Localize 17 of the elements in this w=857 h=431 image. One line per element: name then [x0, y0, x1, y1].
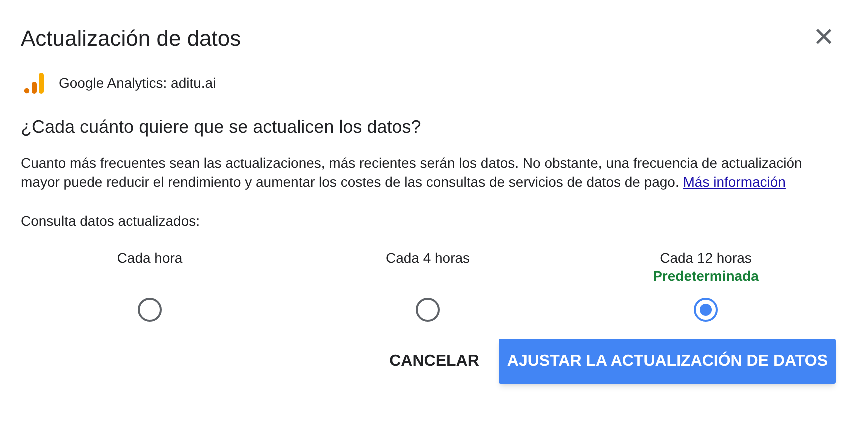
- cancel-button[interactable]: CANCELAR: [380, 339, 490, 384]
- close-button[interactable]: ×: [814, 22, 834, 52]
- bar-chart-icon: [23, 71, 47, 95]
- default-label: Predeterminada: [653, 267, 759, 285]
- option-label: Cada 12 horas: [660, 249, 752, 267]
- question: ¿Cada cuánto quiere que se actualicen los datos?: [21, 116, 422, 139]
- option-label: Cada 4 horas: [386, 249, 470, 267]
- option-label: Cada hora: [117, 249, 183, 267]
- radio-button[interactable]: [138, 298, 162, 322]
- description: Cuanto más frecuentes sean las actualizaciones, más recientes serán los datos. No obstante, una frecuencia de actualización mayor puede reducir el rendimiento y aumentar los costes de las consultas de servicios de datos de pago. Más información: [21, 154, 804, 192]
- more-info-link[interactable]: Más información: [683, 174, 786, 190]
- radio-button[interactable]: [694, 298, 718, 322]
- radio-button[interactable]: [416, 298, 440, 322]
- options-label: Consulta datos actualizados:: [21, 212, 201, 231]
- data-source: Google Analytics: aditu.ai: [59, 74, 216, 93]
- dialog-title: Actualización de datos: [21, 25, 242, 53]
- adjust-button[interactable]: AJUSTAR LA ACTUALIZACIÓN DE DATOS: [499, 339, 836, 384]
